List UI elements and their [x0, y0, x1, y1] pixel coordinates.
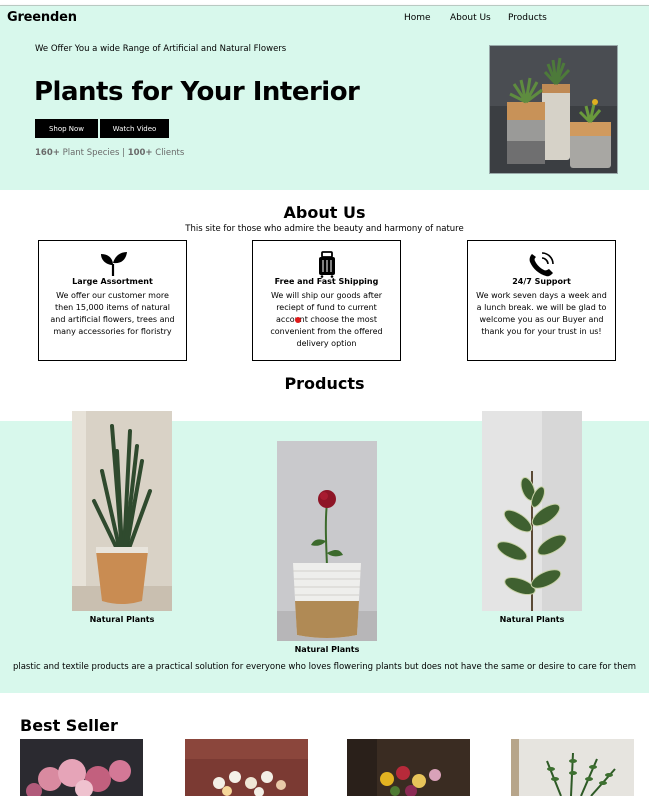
cursor-marker	[295, 317, 301, 323]
hero-title: Plants for Your Interior	[34, 77, 360, 107]
products-title: Products	[284, 374, 365, 393]
about-subtitle: This site for those who admire the beaut…	[185, 224, 464, 234]
best-seller-title: Best Seller	[20, 716, 118, 735]
products-description: plastic and textile products are a pract…	[12, 662, 637, 672]
sprout-icon	[39, 250, 186, 278]
product-photo-rose-basket[interactable]	[277, 441, 377, 641]
product-label: Natural Plants	[499, 615, 565, 624]
feature-text: We work seven days a week and a lunch br…	[476, 291, 607, 336]
site-logo[interactable]: Greenden	[7, 10, 77, 25]
product-photo-rubber-plant[interactable]	[482, 411, 582, 611]
product-photo-snake-plant[interactable]	[72, 411, 172, 611]
shop-now-button[interactable]: Shop Now	[35, 119, 98, 138]
luggage-icon	[253, 250, 400, 278]
nav-home[interactable]: Home	[404, 13, 431, 23]
top-navbar: Greenden Home About Us Products	[0, 5, 649, 30]
nav-about-us[interactable]: About Us	[450, 13, 491, 23]
feature-title: Large Assortment	[72, 277, 153, 286]
feature-text: We offer our customer more then 15,000 i…	[50, 291, 175, 336]
stat-species-value: 160+	[35, 148, 60, 158]
hero-section: We Offer You a wide Range of Artificial …	[0, 30, 649, 190]
product-label: Natural Plants	[294, 645, 360, 654]
phone-icon	[468, 250, 615, 278]
watch-video-button[interactable]: Watch Video	[100, 119, 169, 138]
stat-clients-label: Clients	[152, 148, 185, 158]
nav-products[interactable]: Products	[508, 13, 547, 23]
feature-card-assortment: Large Assortment We offer our customer m…	[38, 240, 187, 361]
feature-card-support: 24/7 Support We work seven days a week a…	[467, 240, 616, 361]
about-title: About Us	[283, 203, 366, 222]
best-seller-item-zz-plant[interactable]	[511, 739, 634, 796]
feature-card-shipping: Free and Fast Shipping We will ship our …	[252, 240, 401, 361]
stat-species-label: Plant Species |	[59, 148, 128, 158]
feature-title: Free and Fast Shipping	[274, 277, 379, 286]
feature-title: 24/7 Support	[512, 277, 571, 286]
best-seller-item-white-flowers[interactable]	[185, 739, 308, 796]
feature-text: We will ship our goods after reciept of …	[270, 291, 383, 348]
best-seller-item-mixed-bouquet[interactable]	[347, 739, 470, 796]
best-seller-item-pink-bouquet[interactable]	[20, 739, 143, 796]
hero-pots-photo	[489, 45, 618, 174]
stat-clients-value: 100+	[127, 148, 153, 158]
hero-tagline: We Offer You a wide Range of Artificial …	[35, 44, 287, 54]
product-label: Natural Plants	[89, 615, 155, 624]
hero-stats: 160+ Plant Species | 100+ Clients	[35, 148, 184, 158]
